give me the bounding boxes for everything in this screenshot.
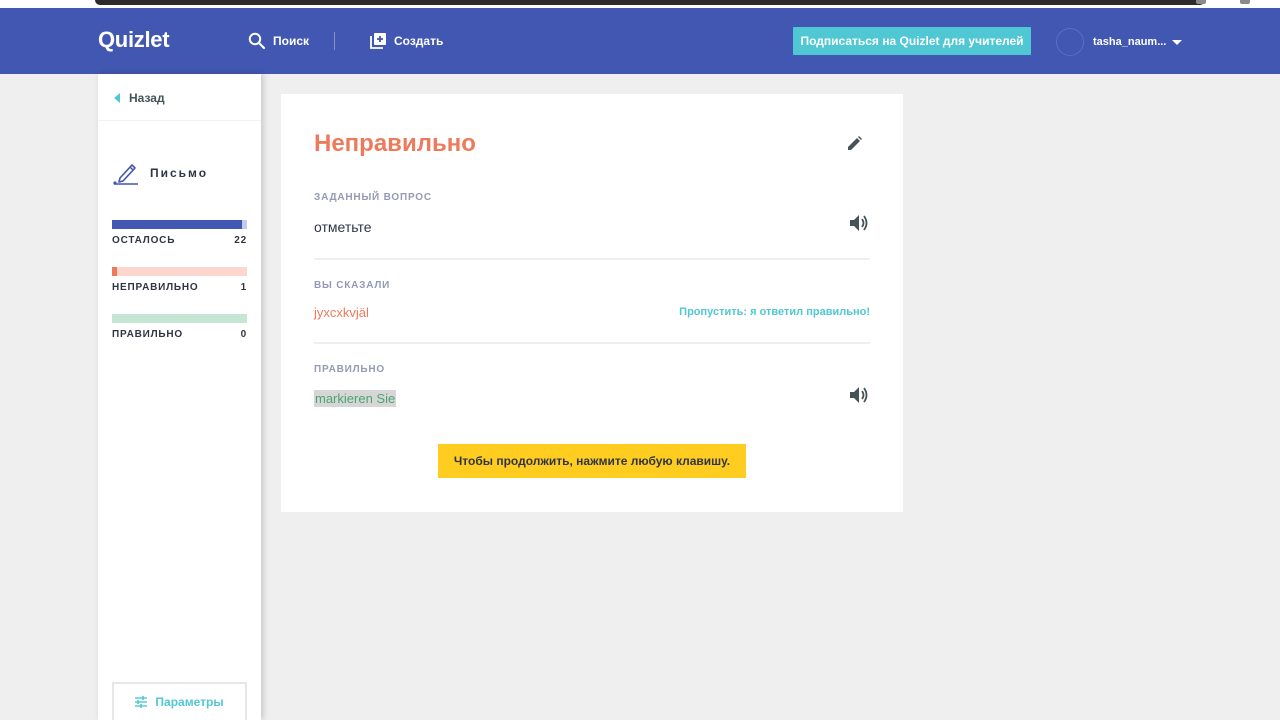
progress-bar [112,314,247,323]
sidebar-divider [98,120,261,121]
nav-search[interactable]: Поиск [248,32,309,50]
username[interactable]: tasha_naum... [1093,36,1166,48]
browser-menu-icon[interactable] [1240,0,1250,4]
study-sidebar: Назад Письмо ОСТАЛОСЬ 22 НЕПРАВИЛЬНО 1 П… [98,74,261,720]
progress-count: 1 [240,282,247,293]
search-icon [248,32,266,50]
browser-tab-strip [95,0,1205,5]
quizlet-logo[interactable]: Quizlet [98,27,170,53]
progress-label: ОСТАЛОСЬ [112,235,176,246]
top-header: Quizlet Поиск Создать Подписаться на Qui… [0,8,1280,74]
progress-correct: ПРАВИЛЬНО 0 [112,314,247,340]
add-box-icon [370,33,386,49]
options-button[interactable]: Параметры [112,682,247,720]
study-mode-label: Письмо [150,166,209,180]
progress-bar [112,267,247,276]
progress-fill [112,267,118,276]
nav-search-label: Поиск [273,34,310,48]
your-answer-text: jyxcxkvjäl [314,305,369,320]
answer-feedback-card: Неправильно ЗАДАННЫЙ ВОПРОС отметьте ВЫ … [281,94,903,512]
result-title: Неправильно [314,130,476,157]
question-label: ЗАДАННЫЙ ВОПРОС [314,192,432,203]
browser-extension-icon[interactable] [1196,0,1206,4]
section-divider [314,258,870,260]
options-label: Параметры [155,695,224,709]
pencil-icon[interactable] [847,136,862,151]
sliders-icon [135,696,148,708]
study-mode: Письмо [112,160,208,186]
speaker-icon[interactable] [849,214,869,232]
speaker-icon[interactable] [849,386,869,404]
progress-fill [112,220,242,229]
progress-count: 22 [234,235,247,246]
progress-remaining: ОСТАЛОСЬ 22 [112,220,247,246]
write-pen-icon [113,164,138,185]
correct-answer-label: ПРАВИЛЬНО [314,364,386,375]
override-correct-link[interactable]: Пропустить: я ответил правильно! [679,306,870,318]
question-text: отметьте [314,219,372,235]
progress-incorrect: НЕПРАВИЛЬНО 1 [112,267,247,293]
nav-create-label: Создать [394,33,444,48]
back-button[interactable]: Назад [114,91,165,105]
user-avatar[interactable] [1056,28,1084,56]
correct-answer: markieren Sie [314,390,397,407]
back-label: Назад [129,91,165,105]
teacher-subscribe-button[interactable]: Подписаться на Quizlet для учителей [793,27,1031,55]
nav-create[interactable]: Создать [370,32,443,49]
progress-label: ПРАВИЛЬНО [112,329,184,340]
progress-label: НЕПРАВИЛЬНО [112,282,199,293]
progress-bar [112,220,247,229]
section-divider [314,342,870,344]
back-arrow-icon [114,93,120,103]
your-answer-label: ВЫ СКАЗАЛИ [314,280,391,291]
continue-button[interactable]: Чтобы продолжить, нажмите любую клавишу. [438,444,746,478]
chevron-down-icon[interactable] [1172,40,1182,45]
correct-answer-text: markieren Sie [314,390,397,407]
progress-count: 0 [240,329,247,340]
nav-divider [334,32,335,50]
